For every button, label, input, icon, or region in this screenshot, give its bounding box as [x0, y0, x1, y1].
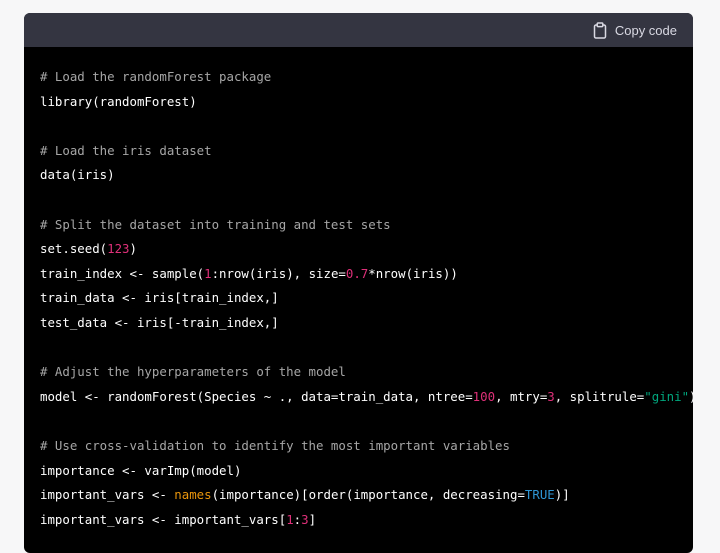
code-token: )	[129, 241, 137, 257]
code-token: # Split the dataset into training and te…	[40, 216, 391, 232]
code-token: names	[174, 487, 212, 503]
code-token: , mtry=	[495, 388, 548, 404]
code-content[interactable]: # Load the randomForest package library(r…	[24, 47, 693, 532]
code-line: # Load the iris dataset	[40, 139, 677, 164]
code-token: 1	[204, 265, 212, 281]
code-token: , splitrule=	[554, 388, 645, 404]
code-token: 0.7	[345, 265, 369, 281]
code-token: 1	[286, 511, 294, 527]
code-token: set.seed(	[40, 241, 108, 257]
copy-code-button[interactable]: Copy code	[592, 21, 677, 39]
code-token: )]	[554, 487, 570, 503]
code-line: important_vars <- names(importance)[orde…	[40, 483, 677, 508]
code-token: # Use cross-validation to identify the m…	[40, 437, 510, 453]
code-line: important_vars <- important_vars[1:3]	[40, 508, 677, 533]
code-token: train_data <- iris[train_index,]	[40, 290, 279, 306]
code-token: train_index <- sample(	[40, 265, 205, 281]
code-line: library(randomForest)	[40, 90, 677, 115]
code-line: set.seed(123)	[40, 237, 677, 262]
code-token: test_data <- iris[-train_index,]	[40, 314, 279, 330]
code-token: TRUE	[524, 487, 555, 503]
code-token: )	[689, 389, 693, 404]
code-header: Copy code	[24, 13, 693, 47]
code-token: data(iris)	[40, 167, 115, 183]
code-block: Copy code # Load the randomForest packag…	[24, 13, 693, 553]
code-token: 100	[472, 388, 496, 404]
code-token: # Adjust the hyperparameters of the mode…	[40, 364, 346, 380]
code-token: :nrow(iris), size=	[211, 265, 346, 281]
code-token: ]	[308, 511, 317, 527]
code-line: train_data <- iris[train_index,]	[40, 286, 677, 311]
code-token: 123	[107, 241, 130, 257]
code-token: # Load the iris dataset	[40, 142, 212, 158]
code-token: "gini"	[644, 388, 690, 404]
code-line: importance <- varImp(model)	[40, 459, 677, 484]
code-line: test_data <- iris[-train_index,]	[40, 311, 677, 336]
code-line: model <- randomForest(Species ~ ., data=…	[40, 385, 693, 410]
code-line: train_index <- sample(1:nrow(iris), size…	[40, 262, 677, 287]
code-line: # Split the dataset into training and te…	[40, 213, 677, 238]
code-token: important_vars <- important_vars[	[40, 511, 287, 527]
code-token: 3	[547, 388, 555, 404]
code-token: important_vars <-	[40, 487, 175, 503]
code-token: importance <- varImp(model)	[40, 462, 242, 478]
code-line: # Load the randomForest package	[40, 65, 677, 90]
code-line: # Adjust the hyperparameters of the mode…	[40, 360, 677, 385]
code-token: model <- randomForest(Species ~ ., data=…	[40, 388, 473, 404]
code-token: # Load the randomForest package	[40, 69, 272, 84]
clipboard-icon	[592, 21, 608, 39]
code-line: # Use cross-validation to identify the m…	[40, 434, 677, 459]
code-token: library(randomForest)	[40, 93, 197, 109]
code-token: *nrow(iris))	[368, 265, 458, 281]
code-token: :	[293, 511, 302, 527]
code-token: (importance)[order(importance, decreasin…	[211, 487, 525, 503]
code-line: data(iris)	[40, 163, 677, 188]
code-token: 3	[301, 511, 309, 527]
copy-code-label: Copy code	[614, 22, 677, 38]
